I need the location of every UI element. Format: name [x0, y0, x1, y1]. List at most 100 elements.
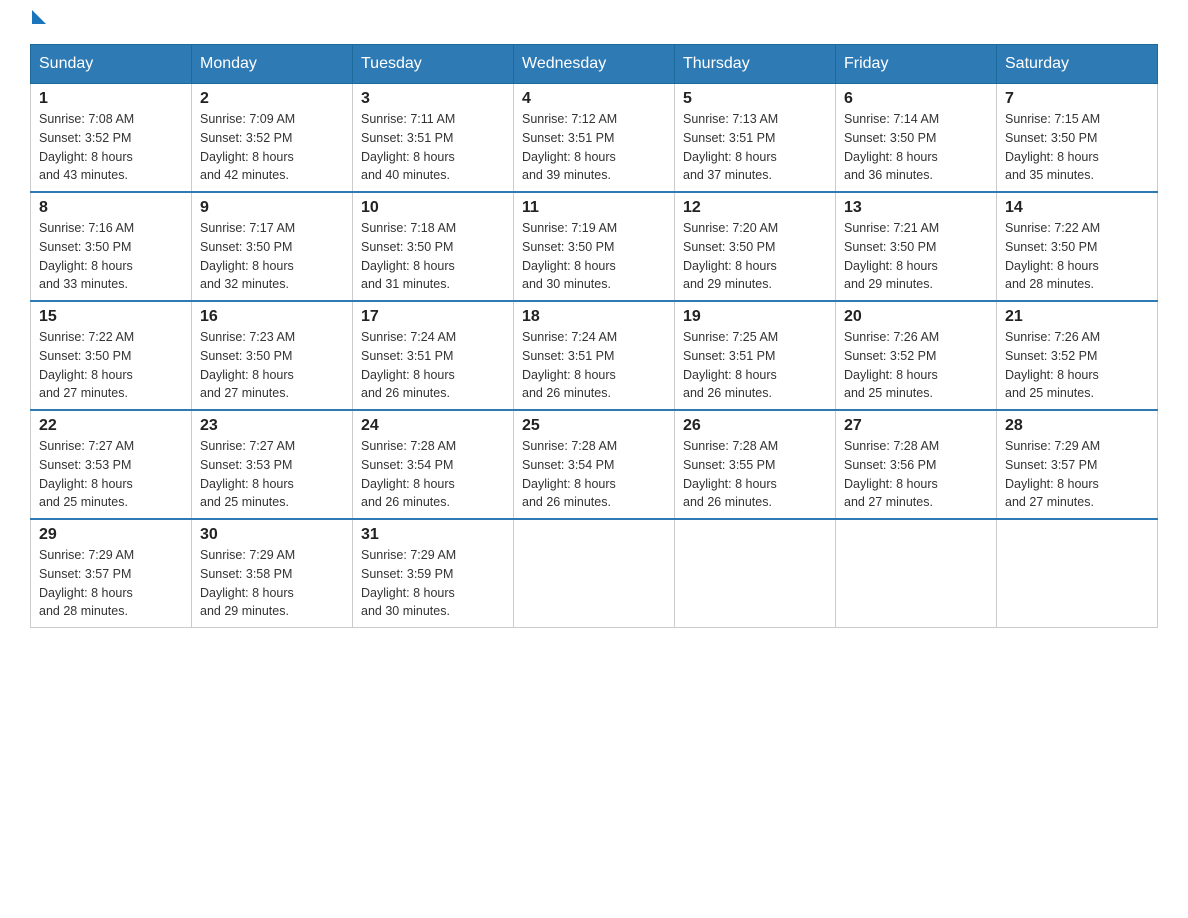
day-cell: 2 Sunrise: 7:09 AM Sunset: 3:52 PM Dayli…: [192, 84, 353, 193]
day-cell: 26 Sunrise: 7:28 AM Sunset: 3:55 PM Dayl…: [675, 410, 836, 519]
day-number: 10: [361, 199, 505, 217]
week-row-4: 22 Sunrise: 7:27 AM Sunset: 3:53 PM Dayl…: [31, 410, 1158, 519]
day-cell: 16 Sunrise: 7:23 AM Sunset: 3:50 PM Dayl…: [192, 301, 353, 410]
day-info: Sunrise: 7:25 AM Sunset: 3:51 PM Dayligh…: [683, 328, 827, 403]
day-number: 17: [361, 308, 505, 326]
day-info: Sunrise: 7:16 AM Sunset: 3:50 PM Dayligh…: [39, 219, 183, 294]
day-number: 25: [522, 417, 666, 435]
day-info: Sunrise: 7:29 AM Sunset: 3:57 PM Dayligh…: [1005, 437, 1149, 512]
day-cell: 15 Sunrise: 7:22 AM Sunset: 3:50 PM Dayl…: [31, 301, 192, 410]
day-number: 23: [200, 417, 344, 435]
day-info: Sunrise: 7:12 AM Sunset: 3:51 PM Dayligh…: [522, 110, 666, 185]
day-info: Sunrise: 7:26 AM Sunset: 3:52 PM Dayligh…: [844, 328, 988, 403]
day-number: 3: [361, 90, 505, 108]
calendar-table: SundayMondayTuesdayWednesdayThursdayFrid…: [30, 44, 1158, 628]
day-number: 6: [844, 90, 988, 108]
day-info: Sunrise: 7:29 AM Sunset: 3:57 PM Dayligh…: [39, 546, 183, 621]
day-number: 12: [683, 199, 827, 217]
day-number: 8: [39, 199, 183, 217]
day-info: Sunrise: 7:24 AM Sunset: 3:51 PM Dayligh…: [361, 328, 505, 403]
day-number: 29: [39, 526, 183, 544]
day-number: 19: [683, 308, 827, 326]
day-number: 11: [522, 199, 666, 217]
day-info: Sunrise: 7:09 AM Sunset: 3:52 PM Dayligh…: [200, 110, 344, 185]
day-cell: 17 Sunrise: 7:24 AM Sunset: 3:51 PM Dayl…: [353, 301, 514, 410]
day-number: 13: [844, 199, 988, 217]
day-cell: 14 Sunrise: 7:22 AM Sunset: 3:50 PM Dayl…: [997, 192, 1158, 301]
page-header: [30, 20, 1158, 24]
day-number: 14: [1005, 199, 1149, 217]
week-row-5: 29 Sunrise: 7:29 AM Sunset: 3:57 PM Dayl…: [31, 519, 1158, 628]
col-header-tuesday: Tuesday: [353, 45, 514, 84]
day-number: 5: [683, 90, 827, 108]
day-number: 16: [200, 308, 344, 326]
day-number: 27: [844, 417, 988, 435]
day-number: 20: [844, 308, 988, 326]
day-info: Sunrise: 7:19 AM Sunset: 3:50 PM Dayligh…: [522, 219, 666, 294]
day-cell: 31 Sunrise: 7:29 AM Sunset: 3:59 PM Dayl…: [353, 519, 514, 628]
day-info: Sunrise: 7:14 AM Sunset: 3:50 PM Dayligh…: [844, 110, 988, 185]
day-number: 22: [39, 417, 183, 435]
day-number: 2: [200, 90, 344, 108]
day-cell: 12 Sunrise: 7:20 AM Sunset: 3:50 PM Dayl…: [675, 192, 836, 301]
day-number: 31: [361, 526, 505, 544]
day-cell: 30 Sunrise: 7:29 AM Sunset: 3:58 PM Dayl…: [192, 519, 353, 628]
day-cell: 23 Sunrise: 7:27 AM Sunset: 3:53 PM Dayl…: [192, 410, 353, 519]
day-cell: 3 Sunrise: 7:11 AM Sunset: 3:51 PM Dayli…: [353, 84, 514, 193]
col-header-sunday: Sunday: [31, 45, 192, 84]
day-cell: 5 Sunrise: 7:13 AM Sunset: 3:51 PM Dayli…: [675, 84, 836, 193]
day-info: Sunrise: 7:26 AM Sunset: 3:52 PM Dayligh…: [1005, 328, 1149, 403]
day-info: Sunrise: 7:13 AM Sunset: 3:51 PM Dayligh…: [683, 110, 827, 185]
day-number: 1: [39, 90, 183, 108]
calendar-header-row: SundayMondayTuesdayWednesdayThursdayFrid…: [31, 45, 1158, 84]
day-cell: 6 Sunrise: 7:14 AM Sunset: 3:50 PM Dayli…: [836, 84, 997, 193]
day-cell: [675, 519, 836, 628]
day-number: 26: [683, 417, 827, 435]
day-number: 21: [1005, 308, 1149, 326]
day-info: Sunrise: 7:21 AM Sunset: 3:50 PM Dayligh…: [844, 219, 988, 294]
day-info: Sunrise: 7:28 AM Sunset: 3:55 PM Dayligh…: [683, 437, 827, 512]
day-info: Sunrise: 7:27 AM Sunset: 3:53 PM Dayligh…: [39, 437, 183, 512]
day-number: 7: [1005, 90, 1149, 108]
day-cell: 4 Sunrise: 7:12 AM Sunset: 3:51 PM Dayli…: [514, 84, 675, 193]
day-info: Sunrise: 7:29 AM Sunset: 3:59 PM Dayligh…: [361, 546, 505, 621]
day-info: Sunrise: 7:11 AM Sunset: 3:51 PM Dayligh…: [361, 110, 505, 185]
day-cell: 13 Sunrise: 7:21 AM Sunset: 3:50 PM Dayl…: [836, 192, 997, 301]
day-number: 24: [361, 417, 505, 435]
day-info: Sunrise: 7:20 AM Sunset: 3:50 PM Dayligh…: [683, 219, 827, 294]
day-info: Sunrise: 7:28 AM Sunset: 3:56 PM Dayligh…: [844, 437, 988, 512]
col-header-friday: Friday: [836, 45, 997, 84]
day-cell: 9 Sunrise: 7:17 AM Sunset: 3:50 PM Dayli…: [192, 192, 353, 301]
day-cell: 18 Sunrise: 7:24 AM Sunset: 3:51 PM Dayl…: [514, 301, 675, 410]
week-row-3: 15 Sunrise: 7:22 AM Sunset: 3:50 PM Dayl…: [31, 301, 1158, 410]
day-cell: [514, 519, 675, 628]
day-cell: 22 Sunrise: 7:27 AM Sunset: 3:53 PM Dayl…: [31, 410, 192, 519]
day-cell: 8 Sunrise: 7:16 AM Sunset: 3:50 PM Dayli…: [31, 192, 192, 301]
day-cell: [997, 519, 1158, 628]
day-cell: 28 Sunrise: 7:29 AM Sunset: 3:57 PM Dayl…: [997, 410, 1158, 519]
day-info: Sunrise: 7:27 AM Sunset: 3:53 PM Dayligh…: [200, 437, 344, 512]
col-header-saturday: Saturday: [997, 45, 1158, 84]
col-header-wednesday: Wednesday: [514, 45, 675, 84]
day-number: 30: [200, 526, 344, 544]
day-cell: 29 Sunrise: 7:29 AM Sunset: 3:57 PM Dayl…: [31, 519, 192, 628]
day-info: Sunrise: 7:23 AM Sunset: 3:50 PM Dayligh…: [200, 328, 344, 403]
day-info: Sunrise: 7:28 AM Sunset: 3:54 PM Dayligh…: [522, 437, 666, 512]
day-cell: 10 Sunrise: 7:18 AM Sunset: 3:50 PM Dayl…: [353, 192, 514, 301]
day-cell: 11 Sunrise: 7:19 AM Sunset: 3:50 PM Dayl…: [514, 192, 675, 301]
day-info: Sunrise: 7:22 AM Sunset: 3:50 PM Dayligh…: [39, 328, 183, 403]
day-cell: 1 Sunrise: 7:08 AM Sunset: 3:52 PM Dayli…: [31, 84, 192, 193]
day-cell: [836, 519, 997, 628]
day-cell: 21 Sunrise: 7:26 AM Sunset: 3:52 PM Dayl…: [997, 301, 1158, 410]
day-cell: 25 Sunrise: 7:28 AM Sunset: 3:54 PM Dayl…: [514, 410, 675, 519]
day-info: Sunrise: 7:15 AM Sunset: 3:50 PM Dayligh…: [1005, 110, 1149, 185]
day-info: Sunrise: 7:24 AM Sunset: 3:51 PM Dayligh…: [522, 328, 666, 403]
day-number: 4: [522, 90, 666, 108]
day-cell: 27 Sunrise: 7:28 AM Sunset: 3:56 PM Dayl…: [836, 410, 997, 519]
day-info: Sunrise: 7:18 AM Sunset: 3:50 PM Dayligh…: [361, 219, 505, 294]
col-header-thursday: Thursday: [675, 45, 836, 84]
day-number: 9: [200, 199, 344, 217]
day-info: Sunrise: 7:22 AM Sunset: 3:50 PM Dayligh…: [1005, 219, 1149, 294]
day-info: Sunrise: 7:08 AM Sunset: 3:52 PM Dayligh…: [39, 110, 183, 185]
day-cell: 7 Sunrise: 7:15 AM Sunset: 3:50 PM Dayli…: [997, 84, 1158, 193]
